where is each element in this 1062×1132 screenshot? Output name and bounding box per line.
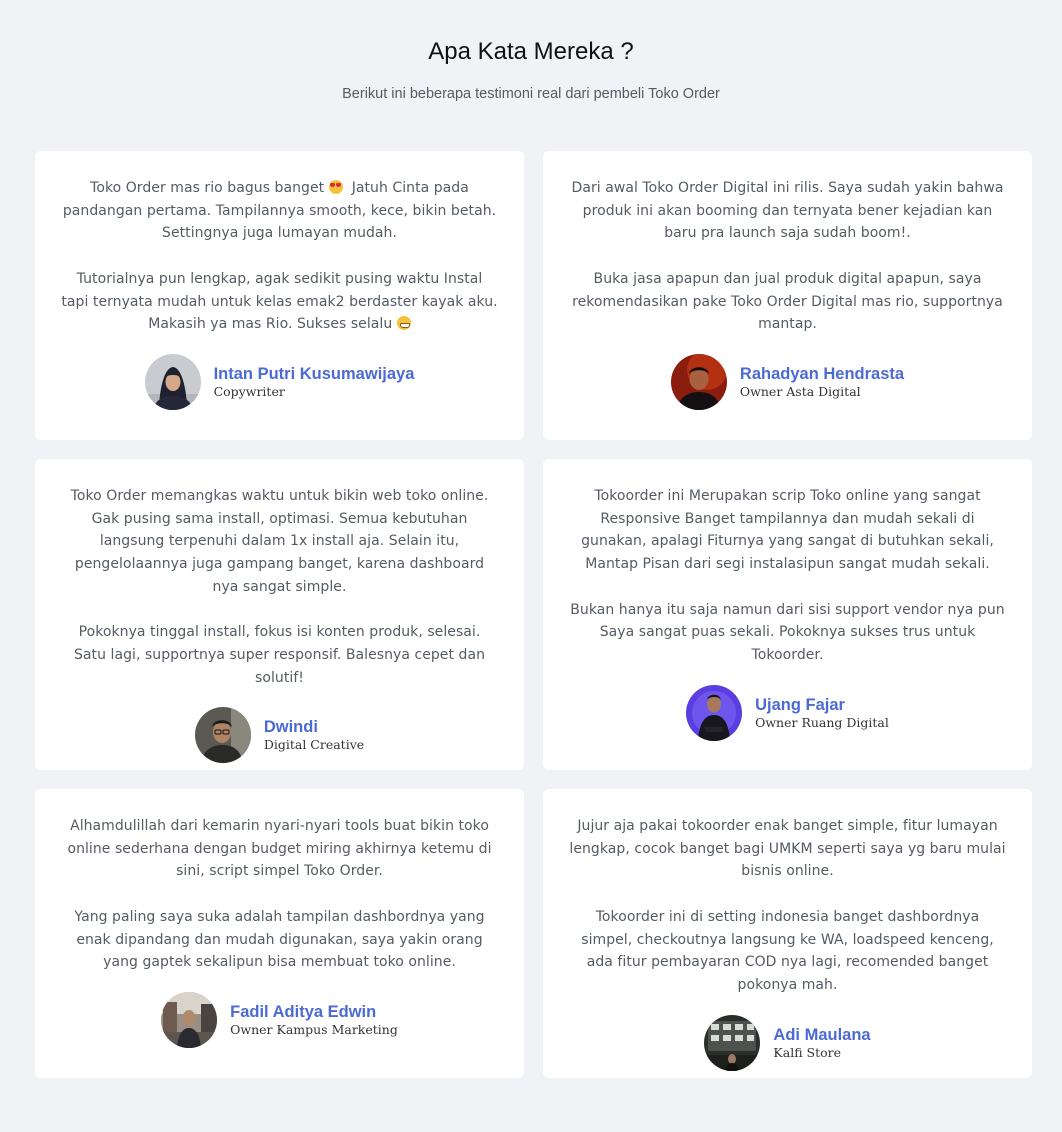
author-name: Rahadyan Hendrasta [739,364,905,383]
quote-paragraph: Alhamdulillah dari kemarin nyari-nyari t… [67,818,492,880]
testimonial-quote: Toko Order mas rio bagus banget Jatuh Ci… [61,177,498,336]
author-name: Fadil Aditya Edwin [230,1002,377,1021]
avatar-man-building-icon [704,1014,761,1071]
testimonial-quote: Toko Order memangkas waktu untuk bikin w… [61,485,498,689]
testimonial-card: Jujur aja pakai tokoorder enak banget si… [543,789,1032,1078]
section-title: Apa Kata Mereka ? [428,38,634,65]
quote-paragraph: Yang paling saya suka adalah tampilan da… [74,908,485,971]
author-role: Owner Ruang Digital [755,714,889,730]
quote-paragraph: Pokoknya tinggal install, fokus isi kont… [73,624,486,686]
testimonial-card: Tokoorder ini Merupakan scrip Toko onlin… [543,459,1032,770]
testimonial-author: Adi Maulana Kalfi Store [569,1014,1006,1071]
avatar-man-street-icon [161,991,218,1048]
quote-paragraph: Buka jasa apapun dan jual produk digital… [572,270,1003,333]
author-role: Kalfi Store [773,1044,841,1060]
testimonial-card: Toko Order mas rio bagus banget Jatuh Ci… [35,151,524,440]
grin-emoji-icon [396,316,411,331]
author-role: Digital Creative [263,737,365,753]
section-subtitle: Berikut ini beberapa testimoni real dari… [342,86,720,102]
testimonial-author: Rahadyan Hendrasta Owner Asta Digital [569,353,1006,410]
testimonial-quote: Dari awal Toko Order Digital ini rilis. … [569,177,1006,336]
testimonial-quote: Tokoorder ini Merupakan scrip Toko onlin… [569,485,1006,667]
testimonial-author: Ujang Fajar Owner Ruang Digital [569,684,1006,741]
testimonial-quote: Alhamdulillah dari kemarin nyari-nyari t… [61,815,498,974]
testimonial-author: Fadil Aditya Edwin Owner Kampus Marketin… [61,991,498,1048]
author-name: Ujang Fajar [755,695,845,714]
avatar-man-glasses-icon [194,707,251,764]
avatar-man-purple-icon [686,684,743,741]
quote-paragraph: Tokoorder ini Merupakan scrip Toko onlin… [581,488,994,573]
quote-paragraph: Toko Order mas rio bagus banget Jatuh Ci… [62,180,497,242]
quote-paragraph: Toko Order memangkas waktu untuk bikin w… [70,488,489,595]
testimonial-section: Apa Kata Mereka ? Berikut ini beberapa t… [0,0,1062,1132]
quote-paragraph: Tokoorder ini di setting indonesia bange… [581,908,994,993]
author-name: Dwindi [263,718,318,737]
avatar-woman-hijab-icon [144,353,201,410]
testimonial-card: Toko Order memangkas waktu untuk bikin w… [35,459,524,770]
testimonial-author: Intan Putri Kusumawijaya Copywriter [61,353,498,410]
author-role: Copywriter [213,383,285,399]
quote-paragraph: Jujur aja pakai tokoorder enak banget si… [569,818,1006,880]
quote-paragraph: Tutorialnya pun lengkap, agak sedikit pu… [61,270,498,333]
author-role: Owner Asta Digital [739,383,861,399]
author-name: Intan Putri Kusumawijaya [213,364,415,383]
quote-paragraph: Dari awal Toko Order Digital ini rilis. … [571,180,1004,242]
author-name: Adi Maulana [773,1025,871,1044]
testimonial-author: Dwindi Digital Creative [61,707,498,764]
testimonial-quote: Jujur aja pakai tokoorder enak banget si… [569,815,1006,997]
quote-paragraph: Bukan hanya itu saja namun dari sisi sup… [570,601,1005,663]
testimonial-card: Dari awal Toko Order Digital ini rilis. … [543,151,1032,440]
author-role: Owner Kampus Marketing [230,1021,398,1037]
heart-eyes-emoji-icon [328,180,343,194]
testimonial-card: Alhamdulillah dari kemarin nyari-nyari t… [35,789,524,1078]
avatar-man-red-icon [670,353,727,410]
